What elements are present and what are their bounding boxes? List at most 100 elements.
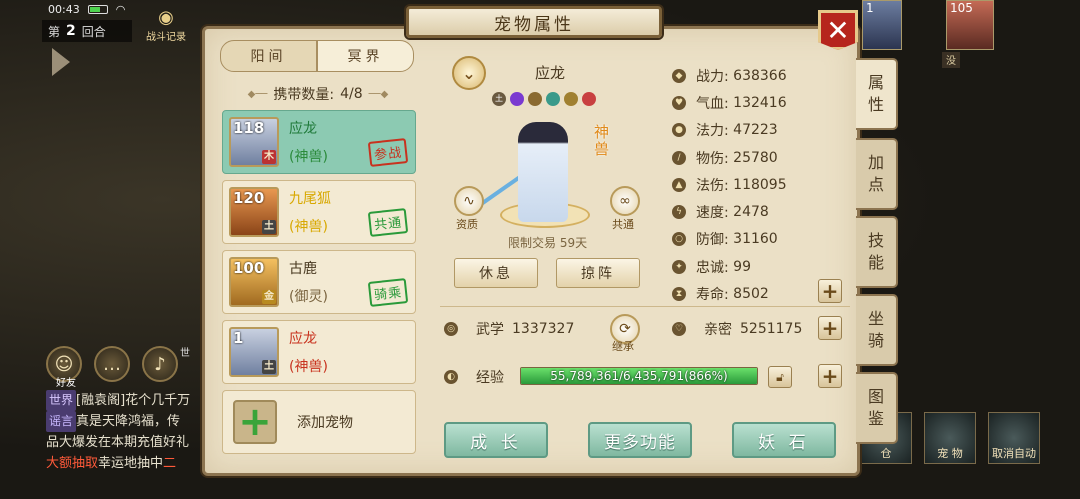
pet-level: 118	[233, 119, 265, 137]
wuxue-value: 1337327	[512, 321, 575, 337]
round-number: 2	[66, 23, 76, 39]
cloud-icon[interactable]	[528, 92, 542, 106]
tab-yangjian[interactable]: 阳间	[220, 40, 317, 72]
earth-icon[interactable]: 土	[492, 92, 506, 106]
intimacy-row: ♡ 亲密 5251175	[672, 319, 802, 339]
battle-log-button[interactable]: ◉ 战斗记录	[140, 8, 192, 48]
lifespan-add-button[interactable]: +	[818, 279, 842, 303]
teal-gem-icon[interactable]	[546, 92, 560, 106]
eye-icon: ◉	[158, 7, 174, 28]
chat-log[interactable]: 世界 [融袁阁]花个几千万 谣言 真是天降鸿福，传 品大爆发在本期充值好礼 大额抽取…	[46, 390, 206, 474]
cancel-auto-button[interactable]: 取消自动	[988, 412, 1040, 464]
shared-label: 共通	[612, 218, 634, 231]
friend-label: 好友	[56, 378, 76, 389]
tab-add-points[interactable]: 加 点	[856, 138, 898, 210]
realm-tabs: 阳间 冥界	[220, 40, 414, 72]
grow-button[interactable]: 成 长	[444, 422, 548, 458]
divider	[440, 306, 850, 307]
pet-avatar: 1 土	[229, 327, 279, 377]
aptitude-button[interactable]: ∿	[454, 186, 484, 216]
add-pet-label: 添加宠物	[297, 415, 353, 431]
chevron-down-icon: ⌄	[462, 63, 476, 83]
carry-value: 4/8	[340, 86, 363, 102]
exp-lock-button[interactable]: 🔓︎	[768, 366, 792, 388]
exp-bar: 55,789,361/6,435,791(866%)	[520, 367, 758, 385]
stat-value: 31160	[733, 231, 778, 248]
unit-portrait[interactable]: 1	[862, 0, 902, 50]
tab-label: 属 性	[867, 73, 884, 114]
tab-mount[interactable]: 坐 骑	[856, 294, 898, 366]
pet-label: 宠 物	[937, 447, 963, 460]
refresh-icon: ⟳	[619, 321, 631, 337]
stat-value: 99	[733, 258, 751, 275]
pet-switch-button[interactable]: ⌄	[452, 56, 486, 90]
ornament-icon: ◆──	[247, 88, 268, 100]
collapse-arrow-icon[interactable]	[52, 48, 70, 76]
pet-level: 120	[233, 189, 265, 207]
add-icon: +	[233, 400, 277, 444]
pet-name: 九尾狐	[289, 191, 331, 207]
mana-drop-icon: ●	[672, 123, 686, 138]
stat-label: 法力:	[696, 123, 729, 140]
friend-icon: ☺	[54, 353, 74, 375]
tab-codex[interactable]: 图 鉴	[856, 372, 898, 444]
exp-text: 55,789,361/6,435,791(866%)	[550, 369, 728, 383]
stat-label: 寿命:	[696, 287, 729, 304]
sword-icon: /	[672, 150, 686, 165]
pet-type: (御灵)	[289, 289, 328, 305]
pet-avatar: 120 土	[229, 187, 279, 237]
formation-button[interactable]: 掠阵	[556, 258, 640, 288]
shared-button[interactable]: ∞	[610, 186, 640, 216]
add-pet-button[interactable]: + 添加宠物	[222, 390, 416, 454]
stat-label: 物伤:	[696, 150, 729, 167]
infinity-icon: ∞	[619, 193, 631, 209]
chat-highlight: 二	[163, 456, 177, 471]
stat-row: / 物伤: 25780	[672, 144, 852, 171]
crown-icon[interactable]	[582, 92, 596, 106]
tab-label: 图 鉴	[867, 387, 884, 428]
chat-button[interactable]: …	[94, 346, 130, 382]
inherit-label: 继承	[612, 340, 634, 353]
pet-card[interactable]: 118 木 应龙 (神兽) 参战	[222, 110, 416, 174]
storage-label: 仓	[880, 447, 892, 460]
status-stamp: 骑乘	[367, 278, 409, 307]
stat-value: 132416	[733, 94, 787, 111]
round-suffix: 回合	[81, 24, 106, 39]
tab-skills[interactable]: 技 能	[856, 216, 898, 288]
element-badge: 土	[262, 360, 276, 374]
shield-icon: ○	[672, 232, 686, 247]
purple-gem-icon[interactable]	[510, 92, 524, 106]
pet-card[interactable]: 120 土 九尾狐 (神兽) 共通	[222, 180, 416, 244]
pet-model[interactable]	[518, 122, 568, 222]
wifi-icon: ◠	[115, 2, 126, 16]
loyalty-icon: ✦	[672, 259, 686, 274]
chat-text: 真是天降鸿福，传	[76, 414, 181, 429]
pet-name: 古鹿	[289, 261, 317, 277]
close-button[interactable]: ✕	[818, 10, 858, 50]
feather-icon[interactable]	[564, 92, 578, 106]
pet-card[interactable]: 100 金 古鹿 (御灵) 骑乘	[222, 250, 416, 314]
more-functions-button[interactable]: 更多功能	[588, 422, 692, 458]
plus-icon: +	[821, 316, 839, 340]
tab-mingjie[interactable]: 冥界	[317, 40, 414, 72]
tab-attributes[interactable]: 属 性	[856, 58, 898, 130]
voice-button[interactable]: ♪	[142, 346, 178, 382]
intimacy-value: 5251175	[740, 321, 803, 337]
stat-value: 118095	[733, 176, 787, 193]
pet-name: 应龙	[289, 121, 317, 137]
intimacy-add-button[interactable]: +	[818, 316, 842, 340]
pet-button[interactable]: 宠 物	[924, 412, 976, 464]
stat-row: ● 法力: 47223	[672, 117, 852, 144]
demon-stone-button[interactable]: 妖 石	[732, 422, 836, 458]
tab-label: 加 点	[867, 153, 884, 194]
intimacy-icon: ♡	[672, 322, 686, 336]
exp-add-button[interactable]: +	[818, 364, 842, 388]
pet-type: (神兽)	[289, 149, 328, 165]
pet-card[interactable]: 1 土 应龙 (神兽)	[222, 320, 416, 384]
pet-name: 应龙	[289, 331, 317, 347]
power-icon: ◆	[672, 68, 686, 83]
unit-portrait[interactable]: 105	[946, 0, 994, 50]
tab-label: 技 能	[867, 231, 884, 272]
chat-text: 品大爆发在本期充值好礼	[46, 435, 190, 450]
rest-button[interactable]: 休息	[454, 258, 538, 288]
